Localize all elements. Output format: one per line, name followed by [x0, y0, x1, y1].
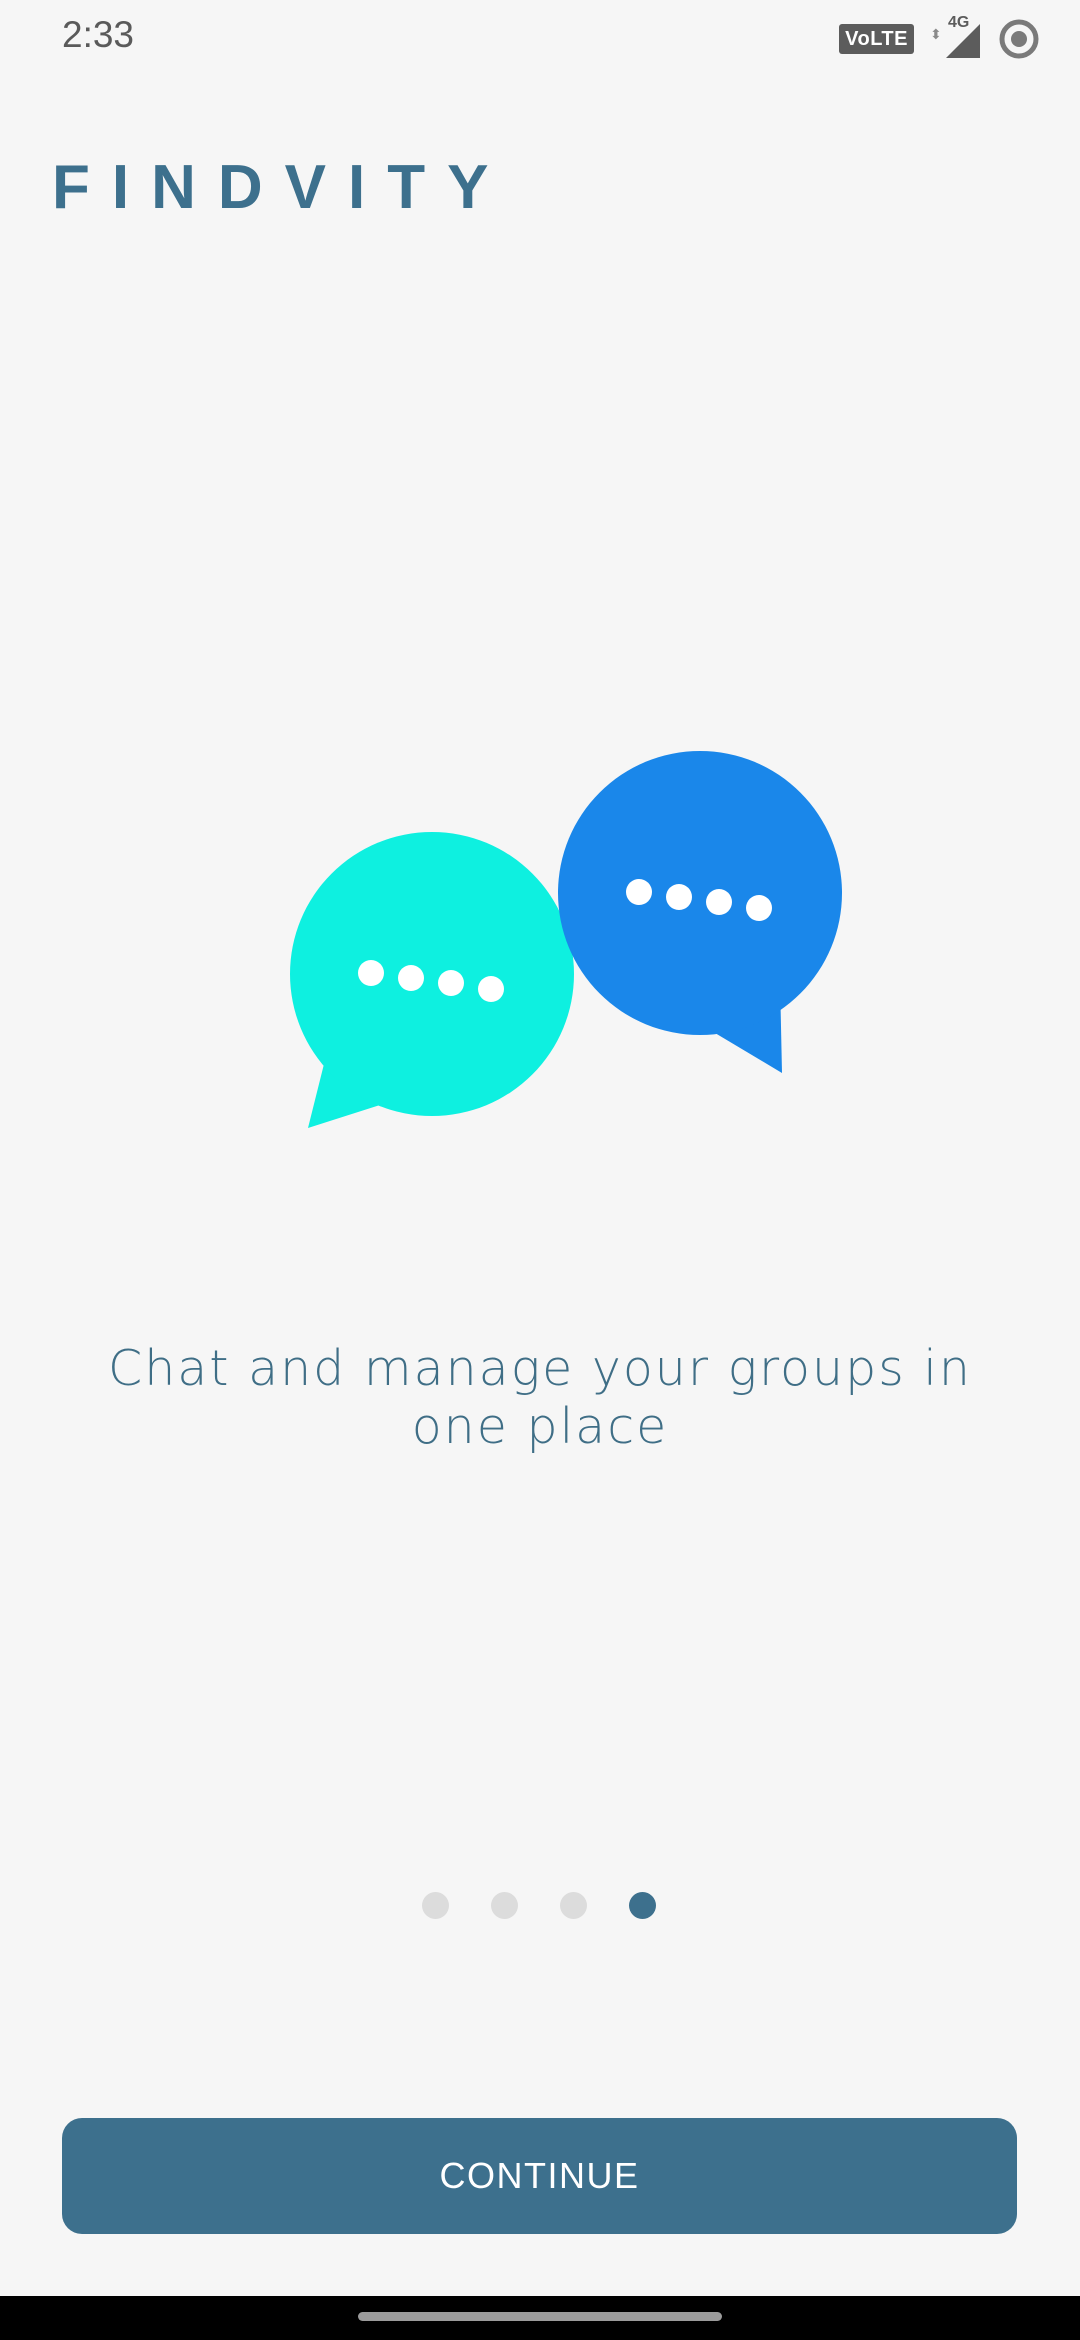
chat-bubble-left — [290, 832, 574, 1128]
chat-bubble-right — [558, 751, 842, 1073]
status-bar: 2:33 VoLTE ⬍ 4G — [0, 0, 1080, 78]
volte-badge: VoLTE — [839, 24, 914, 54]
status-icons: VoLTE ⬍ 4G — [839, 14, 1040, 60]
status-time: 2:33 — [62, 14, 135, 55]
continue-button[interactable]: CONTINUE — [62, 2118, 1017, 2234]
continue-button-label: CONTINUE — [439, 2155, 640, 2196]
app-logo: FINDVITY — [52, 153, 511, 222]
page-indicator — [0, 1892, 1079, 1919]
page-dot-3[interactable] — [560, 1892, 587, 1919]
ring-icon — [999, 19, 1039, 59]
signal-icon: ⬍ 4G — [928, 14, 984, 60]
page-dot-2[interactable] — [491, 1892, 518, 1919]
onboarding-tagline: Chat and manage your groups in one place — [108, 1340, 972, 1455]
page-dot-1[interactable] — [422, 1892, 449, 1919]
onboarding-screen: 2:33 VoLTE ⬍ 4G FINDVITY Chat and manage… — [0, 0, 1080, 2340]
chat-bubbles-icon — [290, 751, 842, 1128]
home-indicator[interactable] — [358, 2312, 722, 2321]
system-nav-bar — [0, 2296, 1080, 2340]
page-dot-4-active[interactable] — [629, 1892, 656, 1919]
